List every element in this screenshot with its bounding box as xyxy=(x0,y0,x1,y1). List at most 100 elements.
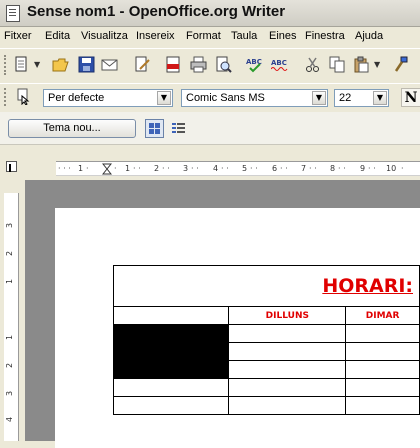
font-name-value: Comic Sans MS xyxy=(186,92,265,104)
clone-formatting-icon[interactable] xyxy=(392,56,409,73)
ruler-dots: · · xyxy=(250,164,258,173)
day-header-dimarts[interactable]: DIMAR xyxy=(345,306,420,325)
table-row xyxy=(112,360,420,379)
chevron-down-icon[interactable]: ▼ xyxy=(312,91,326,105)
table-title-cell[interactable]: HORARI: xyxy=(113,265,420,307)
ruler-dots: · · xyxy=(133,164,141,173)
paragraph-style-value: Per defecte xyxy=(48,92,105,104)
copy-icon[interactable] xyxy=(329,56,346,73)
ruler-dots: · xyxy=(401,164,404,173)
new-document-icon[interactable] xyxy=(13,56,30,73)
ruler-mark: 2 xyxy=(154,164,160,173)
indent-marker-icon[interactable] xyxy=(102,163,112,175)
new-theme-button[interactable]: Tema nou... xyxy=(8,119,136,138)
menu-ajuda[interactable]: Ajuda xyxy=(355,30,383,42)
table-row xyxy=(112,324,420,343)
open-folder-icon[interactable] xyxy=(52,56,69,73)
table-cell[interactable] xyxy=(228,396,347,415)
menu-finestra[interactable]: Finestra xyxy=(305,30,345,42)
vruler-mark: 2 xyxy=(5,250,15,257)
table-cell[interactable] xyxy=(228,378,347,397)
new-dropdown-arrow[interactable]: ▼ xyxy=(34,60,40,69)
styles-formatting-icon[interactable] xyxy=(15,88,32,105)
paste-dropdown-arrow[interactable]: ▼ xyxy=(374,60,380,69)
menu-format[interactable]: Format xyxy=(186,30,221,42)
table-row xyxy=(112,396,420,415)
export-pdf-icon[interactable] xyxy=(165,56,182,73)
layout-list-icon[interactable] xyxy=(170,120,187,137)
writer-document-icon xyxy=(6,5,20,22)
ruler-dots: · · xyxy=(368,164,376,173)
page-preview-icon[interactable] xyxy=(215,56,232,73)
chevron-down-icon[interactable]: ▼ xyxy=(157,91,171,105)
day-header-dilluns[interactable]: DILLUNS xyxy=(228,306,347,325)
table-cell[interactable] xyxy=(345,324,420,343)
table-cell[interactable] xyxy=(345,360,420,379)
schedule-table[interactable]: HORARI: DILLUNS DIMAR xyxy=(112,265,420,415)
email-icon[interactable] xyxy=(101,56,118,73)
spellcheck-icon[interactable]: ABC xyxy=(246,56,263,73)
menu-fitxer[interactable]: Fitxer xyxy=(4,30,32,42)
window-title: Sense nom1 - OpenOffice.org Writer xyxy=(27,3,286,20)
ruler-mark: 9 xyxy=(360,164,366,173)
chevron-down-icon[interactable]: ▼ xyxy=(373,91,387,105)
menu-edita[interactable]: Edita xyxy=(45,30,70,42)
font-name-select[interactable]: Comic Sans MS ▼ xyxy=(181,89,328,107)
ruler-dots: · · xyxy=(280,164,288,173)
vertical-ruler[interactable]: 3 2 1 1 2 3 4 xyxy=(4,193,19,441)
font-size-select[interactable]: 22 ▼ xyxy=(334,89,389,107)
print-icon[interactable] xyxy=(190,56,207,73)
document-title: HORARI: xyxy=(322,275,413,297)
paragraph-style-select[interactable]: Per defecte ▼ xyxy=(43,89,173,107)
document-area[interactable]: HORARI: DILLUNS DIMAR xyxy=(25,180,420,448)
layout-grid-icon[interactable] xyxy=(145,119,164,138)
edit-file-icon[interactable] xyxy=(134,56,151,73)
menu-insereix[interactable]: Insereix xyxy=(136,30,175,42)
ruler-mark: 1 xyxy=(125,164,131,173)
ruler-dots: · · xyxy=(162,164,170,173)
menu-taula[interactable]: Taula xyxy=(231,30,257,42)
bold-button[interactable]: N xyxy=(401,88,420,107)
table-cell[interactable] xyxy=(345,378,420,397)
table-cell[interactable] xyxy=(228,324,347,343)
font-size-value: 22 xyxy=(339,92,352,104)
svg-text:ABC: ABC xyxy=(271,59,287,67)
table-cell[interactable] xyxy=(112,378,230,397)
ruler-mark: 4 xyxy=(213,164,219,173)
paste-icon[interactable] xyxy=(353,56,370,73)
standard-toolbar: ▼ ABC ABC ▼ xyxy=(0,48,420,84)
table-cell[interactable] xyxy=(112,396,230,415)
toolbar-grip[interactable] xyxy=(4,88,9,106)
ruler-dots: · · xyxy=(191,164,199,173)
autospellcheck-icon[interactable]: ABC xyxy=(271,56,288,73)
ruler-dots: · · · xyxy=(58,164,71,173)
table-row xyxy=(112,342,420,361)
ruler-dots: · · xyxy=(309,164,317,173)
menu-visualitza[interactable]: Visualitza xyxy=(81,30,128,42)
table-cell[interactable] xyxy=(228,360,347,379)
toolbar-grip[interactable] xyxy=(4,55,9,75)
table-cell[interactable] xyxy=(112,306,230,325)
save-icon[interactable] xyxy=(78,56,95,73)
document-page[interactable]: HORARI: DILLUNS DIMAR xyxy=(55,208,420,448)
vruler-mark: 4 xyxy=(5,416,15,423)
cut-icon[interactable] xyxy=(304,56,321,73)
horizontal-ruler[interactable]: · · · 1 · · 1 · · 2 · · 3 · · 4 · · 5 · … xyxy=(56,161,420,176)
vruler-mark: 1 xyxy=(5,334,15,341)
table-cell-selected[interactable] xyxy=(112,324,230,343)
ruler-mark: 3 xyxy=(183,164,189,173)
vruler-mark: 2 xyxy=(5,362,15,369)
formatting-toolbar: Per defecte ▼ Comic Sans MS ▼ 22 ▼ N xyxy=(0,83,420,113)
title-bar: Sense nom1 - OpenOffice.org Writer xyxy=(0,0,420,27)
menu-bar: Fitxer Edita Visualitza Insereix Format … xyxy=(0,27,420,47)
table-cell-selected[interactable] xyxy=(112,360,230,379)
table-cell[interactable] xyxy=(345,396,420,415)
table-cell[interactable] xyxy=(228,342,347,361)
menu-eines[interactable]: Eines xyxy=(269,30,297,42)
table-cell-selected[interactable] xyxy=(112,342,230,361)
tab-selector[interactable] xyxy=(6,161,17,172)
ruler-mark: 1 xyxy=(78,164,84,173)
vruler-mark: 3 xyxy=(5,390,15,397)
table-cell[interactable] xyxy=(345,342,420,361)
ruler-mark: 8 xyxy=(330,164,336,173)
